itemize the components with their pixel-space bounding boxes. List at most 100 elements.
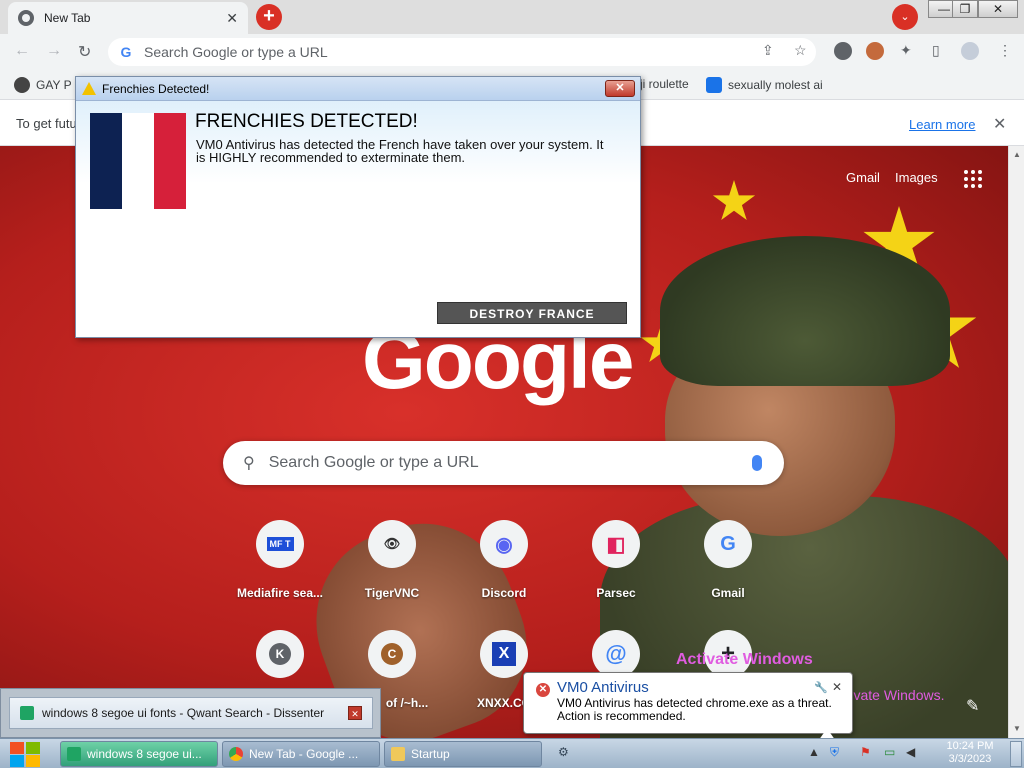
microphone-icon[interactable] — [752, 455, 762, 471]
tab-search-button[interactable]: ⌄ — [892, 4, 918, 30]
shortcut-icon: 👁 — [368, 520, 416, 568]
omnibox[interactable]: G Search Google or type a URL — [108, 38, 816, 66]
thumbnail-item[interactable]: windows 8 segoe ui fonts - Qwant Search … — [9, 697, 373, 729]
ntp-search-box[interactable]: ⚲ Search Google or type a URL — [223, 441, 784, 485]
shortcut-label: Gmail — [711, 586, 745, 600]
browser-toolbar: ← → ↻ G Search Google or type a URL ⇪ ☆ … — [0, 34, 1024, 70]
shortcut-label: TigerVNC — [364, 586, 420, 600]
thumbnail-title: windows 8 segoe ui fonts - Qwant Search … — [42, 706, 325, 720]
flag-stripe-white — [122, 113, 154, 209]
taskbar: windows 8 segoe ui... New Tab - Google .… — [0, 738, 1024, 768]
tab-close-icon[interactable]: ✕ — [226, 10, 238, 27]
shortcut-tile[interactable]: ◧ Parsec — [560, 520, 672, 600]
tray-flag-icon[interactable]: ⚑ — [860, 745, 871, 759]
taskbar-item-label: Startup — [411, 747, 450, 761]
taskbar-item[interactable]: Startup — [384, 741, 542, 767]
shortcut-tile[interactable]: G Gmail — [672, 520, 784, 600]
shortcut-icon: @ — [592, 630, 640, 678]
wrench-icon[interactable]: 🔧 — [814, 681, 828, 694]
shortcut-icon: MF T — [256, 520, 304, 568]
dialog-titlebar[interactable]: Frenchies Detected! ✕ — [76, 77, 640, 101]
bookmark-label: ji roulette — [640, 77, 689, 91]
shortcut-tile[interactable]: 👁 TigerVNC — [336, 520, 448, 600]
frenchies-dialog: Frenchies Detected! ✕ FRENCHIES DETECTED… — [75, 76, 641, 338]
bookmark-item[interactable]: sexually molest ai — [706, 77, 823, 93]
google-apps-icon[interactable] — [964, 170, 982, 188]
taskbar-item-label: windows 8 segoe ui... — [87, 747, 202, 761]
notification-close-icon[interactable]: ✕ — [832, 680, 842, 694]
clock-time: 10:24 PM — [946, 740, 994, 752]
scroll-down-icon[interactable]: ▼ — [1013, 724, 1021, 733]
notification-message: VM0 Antivirus has detected chrome.exe as… — [557, 696, 832, 723]
shortcut-icon: K — [256, 630, 304, 678]
forward-icon[interactable]: → — [46, 42, 62, 60]
tab-new-tab[interactable]: New Tab ✕ — [8, 2, 248, 34]
google-g-icon: G — [120, 44, 132, 60]
bookmark-label: GAY P — [36, 78, 72, 92]
system-clock[interactable]: 10:24 PM 3/3/2023 — [930, 740, 1010, 766]
share-icon[interactable]: ⇪ — [762, 42, 774, 59]
maximize-button[interactable]: ❐ — [952, 0, 978, 18]
destroy-france-button[interactable]: DESTROY FRANCE — [437, 302, 627, 324]
shortcut-icon: X — [480, 630, 528, 678]
sheet-icon — [67, 747, 81, 761]
tray-shield-icon[interactable]: ⛨ — [830, 745, 839, 760]
shortcut-label: Parsec — [596, 586, 636, 600]
page-scrollbar[interactable]: ▲ ▼ — [1008, 146, 1024, 738]
windows-logo-icon — [10, 742, 24, 754]
show-desktop-button[interactable] — [1010, 741, 1022, 767]
tray-network-icon[interactable]: ▭ — [884, 745, 895, 759]
shortcut-tile[interactable]: @ — [560, 630, 672, 678]
back-icon[interactable]: ← — [14, 42, 30, 60]
profile-avatar-icon[interactable] — [961, 42, 979, 60]
warning-icon — [82, 82, 96, 95]
folder-icon — [391, 747, 405, 761]
flag-stripe-blue — [90, 113, 122, 209]
dialog-close-button[interactable]: ✕ — [605, 80, 635, 97]
chrome-icon — [229, 747, 243, 761]
omnibox-placeholder: Search Google or type a URL — [144, 44, 328, 60]
search-icon: ⚲ — [243, 455, 255, 472]
french-flag-image — [90, 113, 186, 209]
customize-pencil-icon[interactable]: ✎ — [966, 696, 979, 716]
shortcut-tile[interactable]: MF T Mediafire sea... — [224, 520, 336, 600]
shortcut-tile[interactable]: K — [224, 630, 336, 678]
shortcut-icon: ◉ — [480, 520, 528, 568]
extension-shield-icon[interactable] — [834, 42, 852, 60]
taskbar-item[interactable]: windows 8 segoe ui... — [60, 741, 218, 767]
antivirus-notification[interactable]: ✕ VM0 Antivirus VM0 Antivirus has detect… — [523, 672, 853, 734]
bookmark-page-icon — [706, 77, 722, 93]
dialog-heading: FRENCHIES DETECTED! — [195, 111, 418, 132]
chrome-icon — [18, 10, 34, 26]
gmail-link[interactable]: Gmail — [846, 170, 880, 185]
taskbar-item-label: New Tab - Google ... — [249, 747, 359, 761]
sheet-icon — [20, 706, 34, 720]
start-button[interactable] — [8, 740, 44, 768]
notification-title: VM0 Antivirus — [557, 679, 649, 696]
tray-app-icon[interactable]: ⚙ — [558, 745, 569, 759]
reload-icon[interactable]: ↻ — [78, 42, 91, 62]
extensions-puzzle-icon[interactable]: ✦ — [900, 42, 912, 59]
window-close-button[interactable]: ✕ — [978, 0, 1018, 18]
learn-more-link[interactable]: Learn more — [909, 117, 975, 132]
shortcut-tile[interactable]: ◉ Discord — [448, 520, 560, 600]
infobar-text: To get futu — [16, 116, 77, 131]
shortcut-icon: C — [368, 630, 416, 678]
side-panel-icon[interactable]: ▯ — [932, 42, 940, 59]
bookmark-item[interactable]: GAY P — [14, 77, 72, 93]
bookmark-star-icon[interactable]: ☆ — [794, 42, 807, 59]
tray-expand-icon[interactable]: ▲ — [808, 745, 820, 759]
taskbar-item[interactable]: New Tab - Google ... — [222, 741, 380, 767]
extension-avatar-icon[interactable] — [866, 42, 884, 60]
tray-volume-icon[interactable]: ◀ — [906, 745, 915, 759]
new-tab-button[interactable]: + — [256, 4, 282, 30]
infobar-close-icon[interactable]: ✕ — [993, 114, 1006, 134]
images-link[interactable]: Images — [895, 170, 938, 185]
menu-icon[interactable]: ⋮ — [998, 42, 1012, 59]
ntp-search-placeholder: Search Google or type a URL — [268, 454, 479, 471]
thumbnail-close-icon[interactable]: ✕ — [348, 706, 362, 720]
scroll-up-icon[interactable]: ▲ — [1013, 150, 1021, 159]
bookmark-item[interactable]: ji roulette — [640, 77, 689, 91]
tab-title: New Tab — [44, 11, 91, 25]
taskbar-thumbnail-preview: windows 8 segoe ui fonts - Qwant Search … — [0, 688, 381, 738]
